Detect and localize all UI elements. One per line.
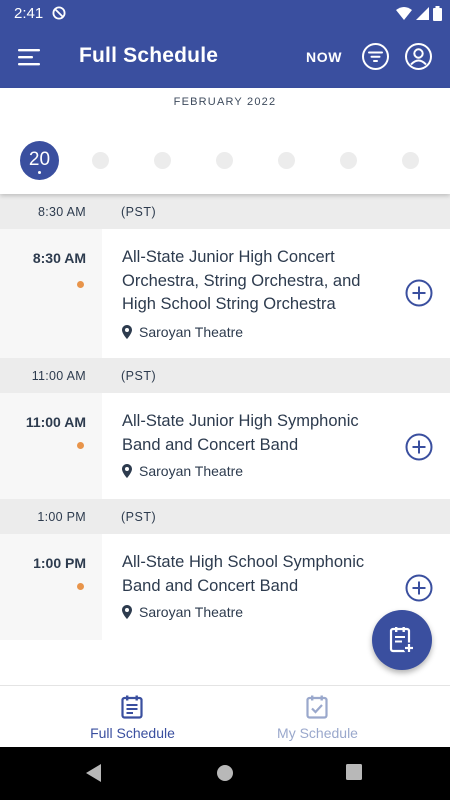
- wifi-icon: [396, 6, 412, 20]
- event-status-dot: [77, 442, 84, 449]
- add-to-schedule-icon[interactable]: [405, 433, 433, 461]
- add-to-schedule-icon[interactable]: [405, 279, 433, 307]
- event-time-column: 1:00 PM: [0, 534, 102, 640]
- event-time: 8:30 AM: [32, 250, 86, 266]
- time-header-zone: (PST): [121, 369, 157, 383]
- status-time: 2:41: [14, 5, 44, 22]
- schedule-list: 8:30 AM (PST) 8:30 AM All-State Junior H…: [0, 194, 450, 640]
- event-card[interactable]: 11:00 AM All-State Junior High Symphonic…: [0, 393, 450, 499]
- recents-icon[interactable]: [346, 764, 362, 780]
- day-placeholder[interactable]: [92, 152, 109, 169]
- event-location-label: Saroyan Theatre: [139, 604, 244, 620]
- day-selected-number: 20: [28, 149, 51, 170]
- event-time-column: 8:30 AM: [0, 229, 102, 358]
- day-placeholder[interactable]: [154, 152, 171, 169]
- day-placeholder[interactable]: [340, 152, 357, 169]
- day-placeholder[interactable]: [278, 152, 295, 169]
- add-to-schedule-icon[interactable]: [405, 574, 433, 602]
- event-location: Saroyan Theatre: [122, 463, 243, 479]
- app-bar: Full Schedule NOW: [0, 26, 450, 88]
- event-location: Saroyan Theatre: [122, 324, 243, 340]
- bottom-nav: Full Schedule My Schedule: [0, 685, 450, 747]
- time-header-zone: (PST): [121, 510, 157, 524]
- signal-icon: [416, 6, 429, 20]
- event-location-label: Saroyan Theatre: [139, 463, 244, 479]
- location-pin-icon: [122, 464, 132, 478]
- month-label: FEBRUARY 2022: [173, 96, 277, 108]
- event-card[interactable]: 8:30 AM All-State Junior High Concert Or…: [0, 229, 450, 358]
- event-location-label: Saroyan Theatre: [139, 324, 244, 340]
- do-not-disturb-icon: [52, 6, 66, 20]
- home-icon[interactable]: [216, 764, 234, 782]
- page-title: Full Schedule: [79, 44, 219, 67]
- profile-icon[interactable]: [404, 42, 433, 71]
- day-selected[interactable]: 20: [20, 141, 59, 180]
- time-header: 1:00 PM (PST): [0, 499, 450, 534]
- back-icon[interactable]: [86, 764, 102, 782]
- status-icons: [396, 5, 442, 21]
- nav-my-schedule-label: My Schedule: [277, 725, 358, 741]
- time-header: 8:30 AM (PST): [0, 194, 450, 229]
- schedule-add-icon: [389, 627, 415, 654]
- event-title: All-State Junior High Concert Orchestra,…: [122, 248, 361, 313]
- filter-icon[interactable]: [361, 42, 390, 71]
- time-header-time: 1:00 PM: [37, 510, 86, 524]
- event-title: All-State Junior High Symphonic Band and…: [122, 412, 359, 454]
- day-placeholder[interactable]: [402, 152, 419, 169]
- status-bar: 2:41: [0, 0, 450, 26]
- event-status-dot: [77, 583, 84, 590]
- calendar-check-icon: [306, 695, 328, 719]
- day-placeholder[interactable]: [216, 152, 233, 169]
- location-pin-icon: [122, 325, 132, 339]
- now-button[interactable]: NOW: [306, 49, 342, 65]
- add-to-my-schedule-fab[interactable]: [372, 610, 432, 670]
- menu-icon[interactable]: [18, 47, 42, 67]
- event-time: 1:00 PM: [33, 555, 86, 571]
- event-time: 11:00 AM: [25, 414, 86, 430]
- date-strip: FEBRUARY 2022 20: [0, 88, 450, 194]
- time-header-time: 11:00 AM: [31, 369, 86, 383]
- time-header-time: 8:30 AM: [38, 205, 86, 219]
- event-status-dot: [77, 281, 84, 288]
- time-header: 11:00 AM (PST): [0, 358, 450, 393]
- nav-my-schedule[interactable]: My Schedule: [205, 686, 430, 748]
- calendar-list-icon: [121, 695, 143, 719]
- day-event-indicator: [38, 171, 41, 174]
- location-pin-icon: [122, 605, 132, 619]
- time-header-zone: (PST): [121, 205, 157, 219]
- event-time-column: 11:00 AM: [0, 393, 102, 499]
- event-title: All-State High School Symphonic Band and…: [122, 553, 365, 595]
- battery-icon: [433, 5, 442, 21]
- system-nav-bar: [0, 747, 450, 800]
- event-location: Saroyan Theatre: [122, 604, 243, 620]
